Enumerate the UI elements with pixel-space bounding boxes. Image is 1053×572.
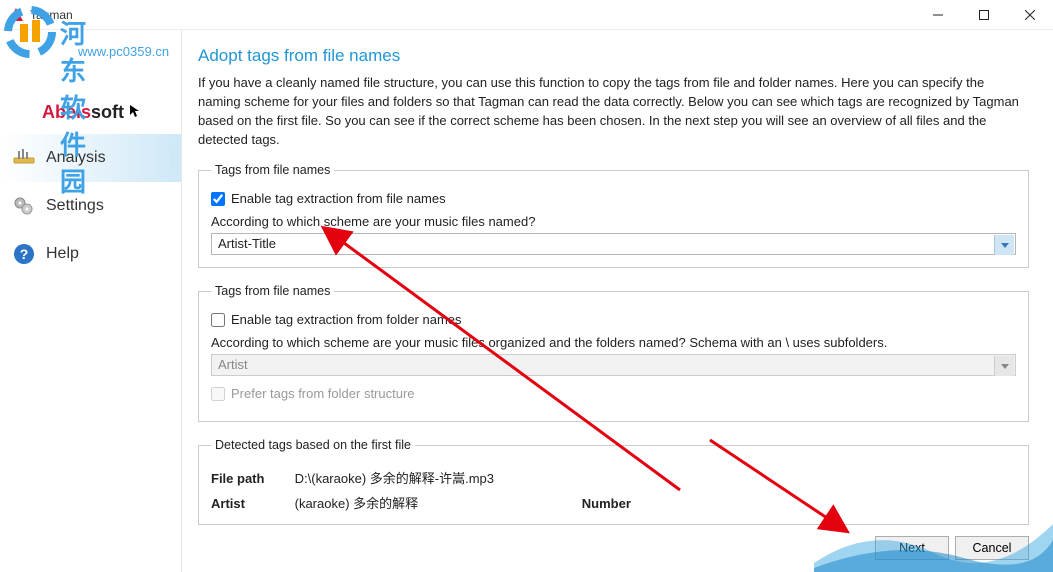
svg-text:?: ?	[20, 246, 29, 262]
enable-file-extraction-label: Enable tag extraction from file names	[231, 191, 446, 206]
filepath-value: D:\(karaoke) 多余的解释-许嵩.mp3	[295, 471, 494, 486]
analysis-icon	[12, 146, 36, 170]
close-button[interactable]	[1007, 0, 1053, 30]
group-detected-tags: Detected tags based on the first file Fi…	[198, 438, 1029, 525]
folder-scheme-question: According to which scheme are your music…	[211, 335, 1016, 350]
minimize-button[interactable]	[915, 0, 961, 30]
content-panel: Adopt tags from file names If you have a…	[182, 30, 1053, 572]
cancel-button[interactable]: Cancel	[955, 536, 1029, 560]
artist-label: Artist	[211, 496, 291, 511]
folder-scheme-select: Artist	[211, 354, 1016, 376]
help-icon: ?	[12, 242, 36, 266]
folder-scheme-value: Artist	[218, 357, 248, 372]
prefer-folder-checkbox	[211, 387, 225, 401]
brand-logo: Abelssoft	[42, 102, 143, 123]
file-scheme-select[interactable]: Artist-Title	[211, 233, 1016, 255]
sidebar-item-label: Analysis	[46, 149, 106, 167]
enable-file-extraction-checkbox[interactable]	[211, 192, 225, 206]
maximize-button[interactable]	[961, 0, 1007, 30]
nav: Analysis Settings ?	[0, 134, 181, 278]
group-legend: Tags from file names	[211, 163, 334, 177]
sidebar: Abelssoft Analysis	[0, 30, 182, 572]
group-file-names: Tags from file names Enable tag extracti…	[198, 163, 1029, 268]
group-folder-names: Tags from file names Enable tag extracti…	[198, 284, 1029, 422]
app-icon	[8, 7, 24, 23]
dropdown-arrow-icon	[994, 356, 1014, 376]
titlebar: Tagman	[0, 0, 1053, 30]
window-buttons	[915, 0, 1053, 30]
prefer-folder-label: Prefer tags from folder structure	[231, 386, 415, 401]
next-button[interactable]: Next	[875, 536, 949, 560]
enable-folder-extraction-checkbox[interactable]	[211, 313, 225, 327]
number-label: Number	[582, 496, 631, 511]
sidebar-item-label: Settings	[46, 197, 104, 215]
enable-folder-extraction-label: Enable tag extraction from folder names	[231, 312, 462, 327]
artist-value: (karaoke) 多余的解释	[295, 496, 419, 511]
group-legend: Tags from file names	[211, 284, 334, 298]
group-legend: Detected tags based on the first file	[211, 438, 415, 452]
sidebar-item-analysis[interactable]: Analysis	[0, 134, 181, 182]
page-intro: If you have a cleanly named file structu…	[198, 74, 1029, 149]
file-scheme-question: According to which scheme are your music…	[211, 214, 1016, 229]
logo-area: Abelssoft	[0, 30, 181, 130]
file-scheme-value: Artist-Title	[218, 236, 276, 251]
dropdown-arrow-icon	[994, 235, 1014, 255]
sidebar-item-help[interactable]: ? Help	[0, 230, 181, 278]
sidebar-item-settings[interactable]: Settings	[0, 182, 181, 230]
sidebar-item-label: Help	[46, 245, 79, 263]
page-title: Adopt tags from file names	[198, 46, 1029, 66]
footer-buttons: Next Cancel	[875, 536, 1029, 560]
settings-icon	[12, 194, 36, 218]
filepath-label: File path	[211, 471, 291, 486]
window-title: Tagman	[30, 8, 73, 22]
